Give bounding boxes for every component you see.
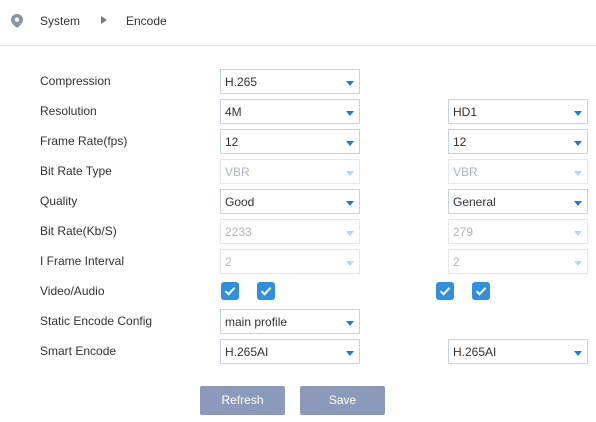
chevron-down-icon: [346, 111, 354, 116]
resolution-main-value: 4M: [225, 105, 242, 119]
main-audio-checkbox[interactable]: [257, 282, 275, 300]
sub-audio-checkbox[interactable]: [472, 282, 490, 300]
frame-rate-main-value: 12: [225, 135, 239, 149]
i-frame-interval-label: I Frame Interval: [40, 254, 125, 268]
save-button[interactable]: Save: [300, 386, 385, 415]
chevron-down-icon: [574, 231, 582, 236]
chevron-down-icon: [574, 111, 582, 116]
bit-rate-main-select: 2233: [220, 219, 360, 244]
checkmark-icon: [439, 287, 451, 296]
frame-rate-main-select[interactable]: 12: [220, 129, 360, 154]
chevron-down-icon: [574, 171, 582, 176]
chevron-down-icon: [346, 231, 354, 236]
compression-select[interactable]: H.265: [220, 69, 360, 94]
bit-rate-main-value: 2233: [225, 225, 252, 239]
video-audio-label: Video/Audio: [40, 284, 105, 298]
breadcrumb: System Encode: [0, 0, 596, 46]
quality-main-value: Good: [225, 195, 255, 209]
frame-rate-sub-value: 12: [453, 135, 467, 149]
chevron-down-icon: [346, 261, 354, 266]
bit-rate-type-sub-value: VBR: [453, 165, 478, 179]
checkmark-icon: [475, 287, 487, 296]
i-frame-interval-main-select: 2: [220, 249, 360, 274]
checkmark-icon: [260, 287, 272, 296]
chevron-down-icon: [346, 321, 354, 326]
chevron-down-icon: [574, 141, 582, 146]
resolution-label: Resolution: [40, 104, 97, 118]
bit-rate-type-sub-select: VBR: [448, 159, 588, 184]
chevron-down-icon: [346, 81, 354, 86]
location-pin-icon: [11, 14, 23, 28]
chevron-down-icon: [574, 261, 582, 266]
chevron-down-icon: [346, 141, 354, 146]
frame-rate-label: Frame Rate(fps): [40, 134, 128, 148]
smart-encode-main-select[interactable]: H.265AI: [220, 339, 360, 364]
resolution-main-select[interactable]: 4M: [220, 99, 360, 124]
static-encode-config-label: Static Encode Config: [40, 314, 153, 328]
chevron-down-icon: [574, 201, 582, 206]
sub-video-checkbox[interactable]: [436, 282, 454, 300]
refresh-button[interactable]: Refresh: [200, 386, 285, 415]
chevron-down-icon: [346, 201, 354, 206]
bit-rate-type-label: Bit Rate Type: [40, 164, 112, 178]
smart-encode-sub-value: H.265AI: [453, 345, 497, 359]
quality-main-select[interactable]: Good: [220, 189, 360, 214]
i-frame-interval-sub-select: 2: [448, 249, 588, 274]
chevron-down-icon: [346, 171, 354, 176]
bit-rate-type-main-select: VBR: [220, 159, 360, 184]
chevron-down-icon: [574, 351, 582, 356]
bit-rate-label: Bit Rate(Kb/S): [40, 224, 117, 238]
static-encode-config-value: main profile: [225, 315, 288, 329]
smart-encode-label: Smart Encode: [40, 344, 117, 358]
breadcrumb-encode: Encode: [126, 14, 167, 28]
static-encode-config-select[interactable]: main profile: [220, 309, 360, 334]
smart-encode-sub-select[interactable]: H.265AI: [448, 339, 588, 364]
resolution-sub-value: HD1: [453, 105, 478, 119]
bit-rate-type-main-value: VBR: [225, 165, 250, 179]
quality-sub-value: General: [453, 195, 496, 209]
frame-rate-sub-select[interactable]: 12: [448, 129, 588, 154]
compression-label: Compression: [40, 74, 111, 88]
checkmark-icon: [224, 287, 236, 296]
breadcrumb-system[interactable]: System: [40, 13, 80, 29]
compression-value: H.265: [225, 75, 258, 89]
i-frame-interval-main-value: 2: [225, 255, 232, 269]
bit-rate-sub-value: 279: [453, 225, 474, 239]
caret-right-icon: [101, 16, 107, 24]
i-frame-interval-sub-value: 2: [453, 255, 460, 269]
quality-label: Quality: [40, 194, 78, 208]
main-video-checkbox[interactable]: [221, 282, 239, 300]
quality-sub-select[interactable]: General: [448, 189, 588, 214]
bit-rate-sub-select: 279: [448, 219, 588, 244]
chevron-down-icon: [346, 351, 354, 356]
smart-encode-main-value: H.265AI: [225, 345, 269, 359]
resolution-sub-select[interactable]: HD1: [448, 99, 588, 124]
